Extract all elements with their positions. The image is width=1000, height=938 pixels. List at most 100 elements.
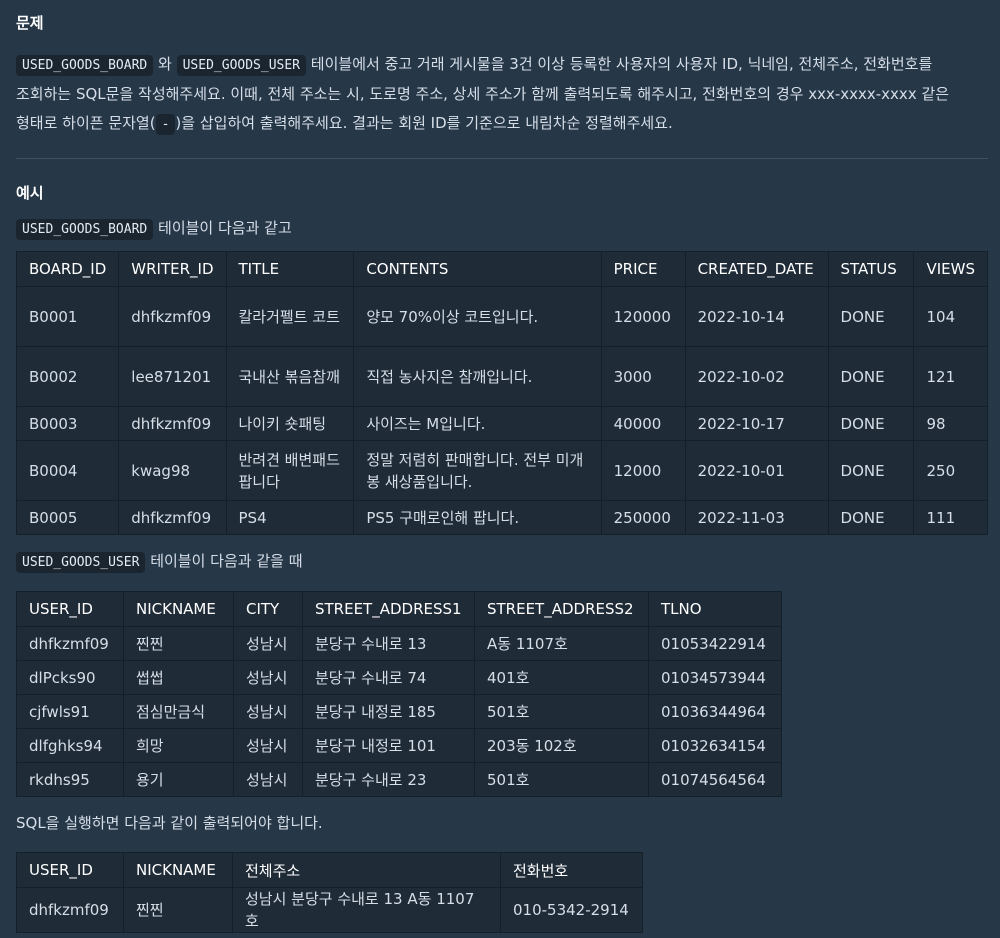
table-cell: DONE	[827, 286, 915, 347]
column-header: USER_ID	[16, 591, 124, 627]
table-cell: 40000	[600, 406, 686, 441]
table-cell: 01074564564	[648, 762, 782, 797]
table-row: B0003 dhfkzmf09 나이키 숏패팅 사이즈는 M입니다. 40000…	[15, 406, 988, 441]
column-header: TLNO	[648, 591, 782, 627]
table-header-row: BOARD_ID WRITER_ID TITLE CONTENTS PRICE …	[15, 251, 988, 287]
description-line3-post: )을 삽입하여 출력해주세요. 결과는 회원 ID를 기준으로 내림차순 정렬해…	[175, 114, 673, 132]
table-cell: 203동 102호	[474, 728, 649, 763]
table-cell: 성남시	[233, 694, 303, 729]
table-cell: 분당구 수내로 23	[302, 762, 475, 797]
board-table-code: USED_GOODS_BOARD	[16, 55, 154, 76]
table-cell: 썹썹	[123, 660, 234, 695]
table-cell: PS5 구매로인해 팝니다.	[353, 500, 602, 535]
problem-description: USED_GOODS_BOARD 와 USED_GOODS_USER 테이블에서…	[16, 50, 988, 139]
column-header: USER_ID	[16, 852, 124, 888]
table-cell: 용기	[123, 762, 234, 797]
table-cell: 성남시	[233, 728, 303, 763]
table-cell: dhfkzmf09	[16, 626, 124, 661]
table-cell: dlfghks94	[16, 728, 124, 763]
table-cell: 칼라거펠트 코트	[225, 286, 355, 347]
result-table: USER_ID NICKNAME 전체주소 전화번호 dhfkzmf09 찐찐 …	[16, 852, 643, 933]
table-cell: 111	[913, 500, 988, 535]
table-cell: 찐찐	[123, 626, 234, 661]
table-cell: B0004	[15, 440, 120, 501]
problem-heading: 문제	[16, 14, 44, 32]
description-line1: 테이블에서 중고 거래 게시물을 3건 이상 등록한 사용자의 사용자 ID, …	[310, 55, 933, 73]
table-cell: 정말 저렴히 판매합니다. 전부 미개봉 새상품입니다.	[353, 440, 602, 501]
table-row: B0001 dhfkzmf09 칼라거펠트 코트 양모 70%이상 코트입니다.…	[15, 286, 988, 347]
table-cell: 성남시 분당구 수내로 13 A동 1107호	[232, 887, 501, 933]
table-row: B0005 dhfkzmf09 PS4 PS5 구매로인해 팝니다. 25000…	[15, 500, 988, 535]
user-table-intro-text: 테이블이 다음과 같을 때	[150, 552, 303, 570]
user-table-code-example: USED_GOODS_USER	[16, 552, 146, 573]
column-header: NICKNAME	[123, 591, 234, 627]
table-cell: 찐찐	[123, 887, 233, 933]
board-table-code-example: USED_GOODS_BOARD	[16, 219, 154, 240]
table-cell: 3000	[600, 346, 686, 407]
table-cell: 분당구 내정로 101	[302, 728, 475, 763]
table-cell: 2022-10-14	[684, 286, 829, 347]
description-line3-pre: 형태로 하이픈 문자열(	[16, 114, 156, 132]
table-cell: 반려견 배변패드 팝니다	[225, 440, 355, 501]
table-cell: 250	[913, 440, 988, 501]
table-row: rkdhs95 용기 성남시 분당구 수내로 23 501호 010745645…	[16, 762, 782, 797]
table-cell: 성남시	[233, 660, 303, 695]
table-cell: dlPcks90	[16, 660, 124, 695]
table-cell: 12000	[600, 440, 686, 501]
description-line2: 조회하는 SQL문을 작성해주세요. 이때, 전체 주소는 시, 도로명 주소,…	[16, 85, 950, 103]
table-cell: B0002	[15, 346, 120, 407]
column-header: CONTENTS	[353, 251, 602, 287]
table-cell: rkdhs95	[16, 762, 124, 797]
column-header: CREATED_DATE	[684, 251, 829, 287]
table-header-row: USER_ID NICKNAME CITY STREET_ADDRESS1 ST…	[16, 591, 782, 627]
table-cell: A동 1107호	[474, 626, 649, 661]
table-cell: 나이키 숏패팅	[225, 406, 355, 441]
table-cell: kwag98	[118, 440, 227, 501]
column-header: NICKNAME	[123, 852, 233, 888]
column-header: STATUS	[827, 251, 915, 287]
table-row: dhfkzmf09 찐찐 성남시 분당구 수내로 13 A동 1107호 010…	[16, 887, 643, 933]
table-cell: 121	[913, 346, 988, 407]
column-header: STREET_ADDRESS2	[474, 591, 649, 627]
table-cell: 01032634154	[648, 728, 782, 763]
table-cell: dhfkzmf09	[118, 500, 227, 535]
table-cell: 01036344964	[648, 694, 782, 729]
table-cell: 희망	[123, 728, 234, 763]
column-header: STREET_ADDRESS1	[302, 591, 475, 627]
table-row: B0004 kwag98 반려견 배변패드 팝니다 정말 저렴히 판매합니다. …	[15, 440, 988, 501]
table-cell: 250000	[600, 500, 686, 535]
example-heading: 예시	[16, 184, 44, 202]
and-word: 와	[158, 55, 172, 73]
table-cell: DONE	[827, 346, 915, 407]
table-cell: 2022-10-01	[684, 440, 829, 501]
table-row: B0002 lee871201 국내산 볶음참깨 직접 농사지은 참깨입니다. …	[15, 346, 988, 407]
table-cell: 501호	[474, 762, 649, 797]
column-header: PRICE	[600, 251, 686, 287]
table-cell: lee871201	[118, 346, 227, 407]
problem-page: 문제 USED_GOODS_BOARD 와 USED_GOODS_USER 테이…	[0, 0, 1000, 933]
table-cell: 양모 70%이상 코트입니다.	[353, 286, 602, 347]
table-cell: 104	[913, 286, 988, 347]
table-cell: 성남시	[233, 626, 303, 661]
table-cell: 01053422914	[648, 626, 782, 661]
table-cell: 점심만금식	[123, 694, 234, 729]
table-row: dlPcks90 썹썹 성남시 분당구 수내로 74 401호 01034573…	[16, 660, 782, 695]
table-cell: 분당구 내정로 185	[302, 694, 475, 729]
table-cell: 2022-10-02	[684, 346, 829, 407]
board-table-intro: USED_GOODS_BOARD 테이블이 다음과 같고	[16, 214, 988, 244]
table-cell: 성남시	[233, 762, 303, 797]
table-cell: dhfkzmf09	[16, 887, 124, 933]
table-row: dlfghks94 희망 성남시 분당구 내정로 101 203동 102호 0…	[16, 728, 782, 763]
table-cell: 2022-10-17	[684, 406, 829, 441]
table-cell: 분당구 수내로 13	[302, 626, 475, 661]
column-header: TITLE	[225, 251, 355, 287]
user-table-code: USED_GOODS_USER	[176, 55, 307, 76]
table-cell: dhfkzmf09	[118, 406, 227, 441]
table-cell: dhfkzmf09	[118, 286, 227, 347]
table-cell: 120000	[600, 286, 686, 347]
table-cell: cjfwls91	[16, 694, 124, 729]
section-divider	[16, 158, 988, 159]
table-cell: 2022-11-03	[684, 500, 829, 535]
table-cell: 01034573944	[648, 660, 782, 695]
hyphen-code: -	[155, 114, 176, 135]
